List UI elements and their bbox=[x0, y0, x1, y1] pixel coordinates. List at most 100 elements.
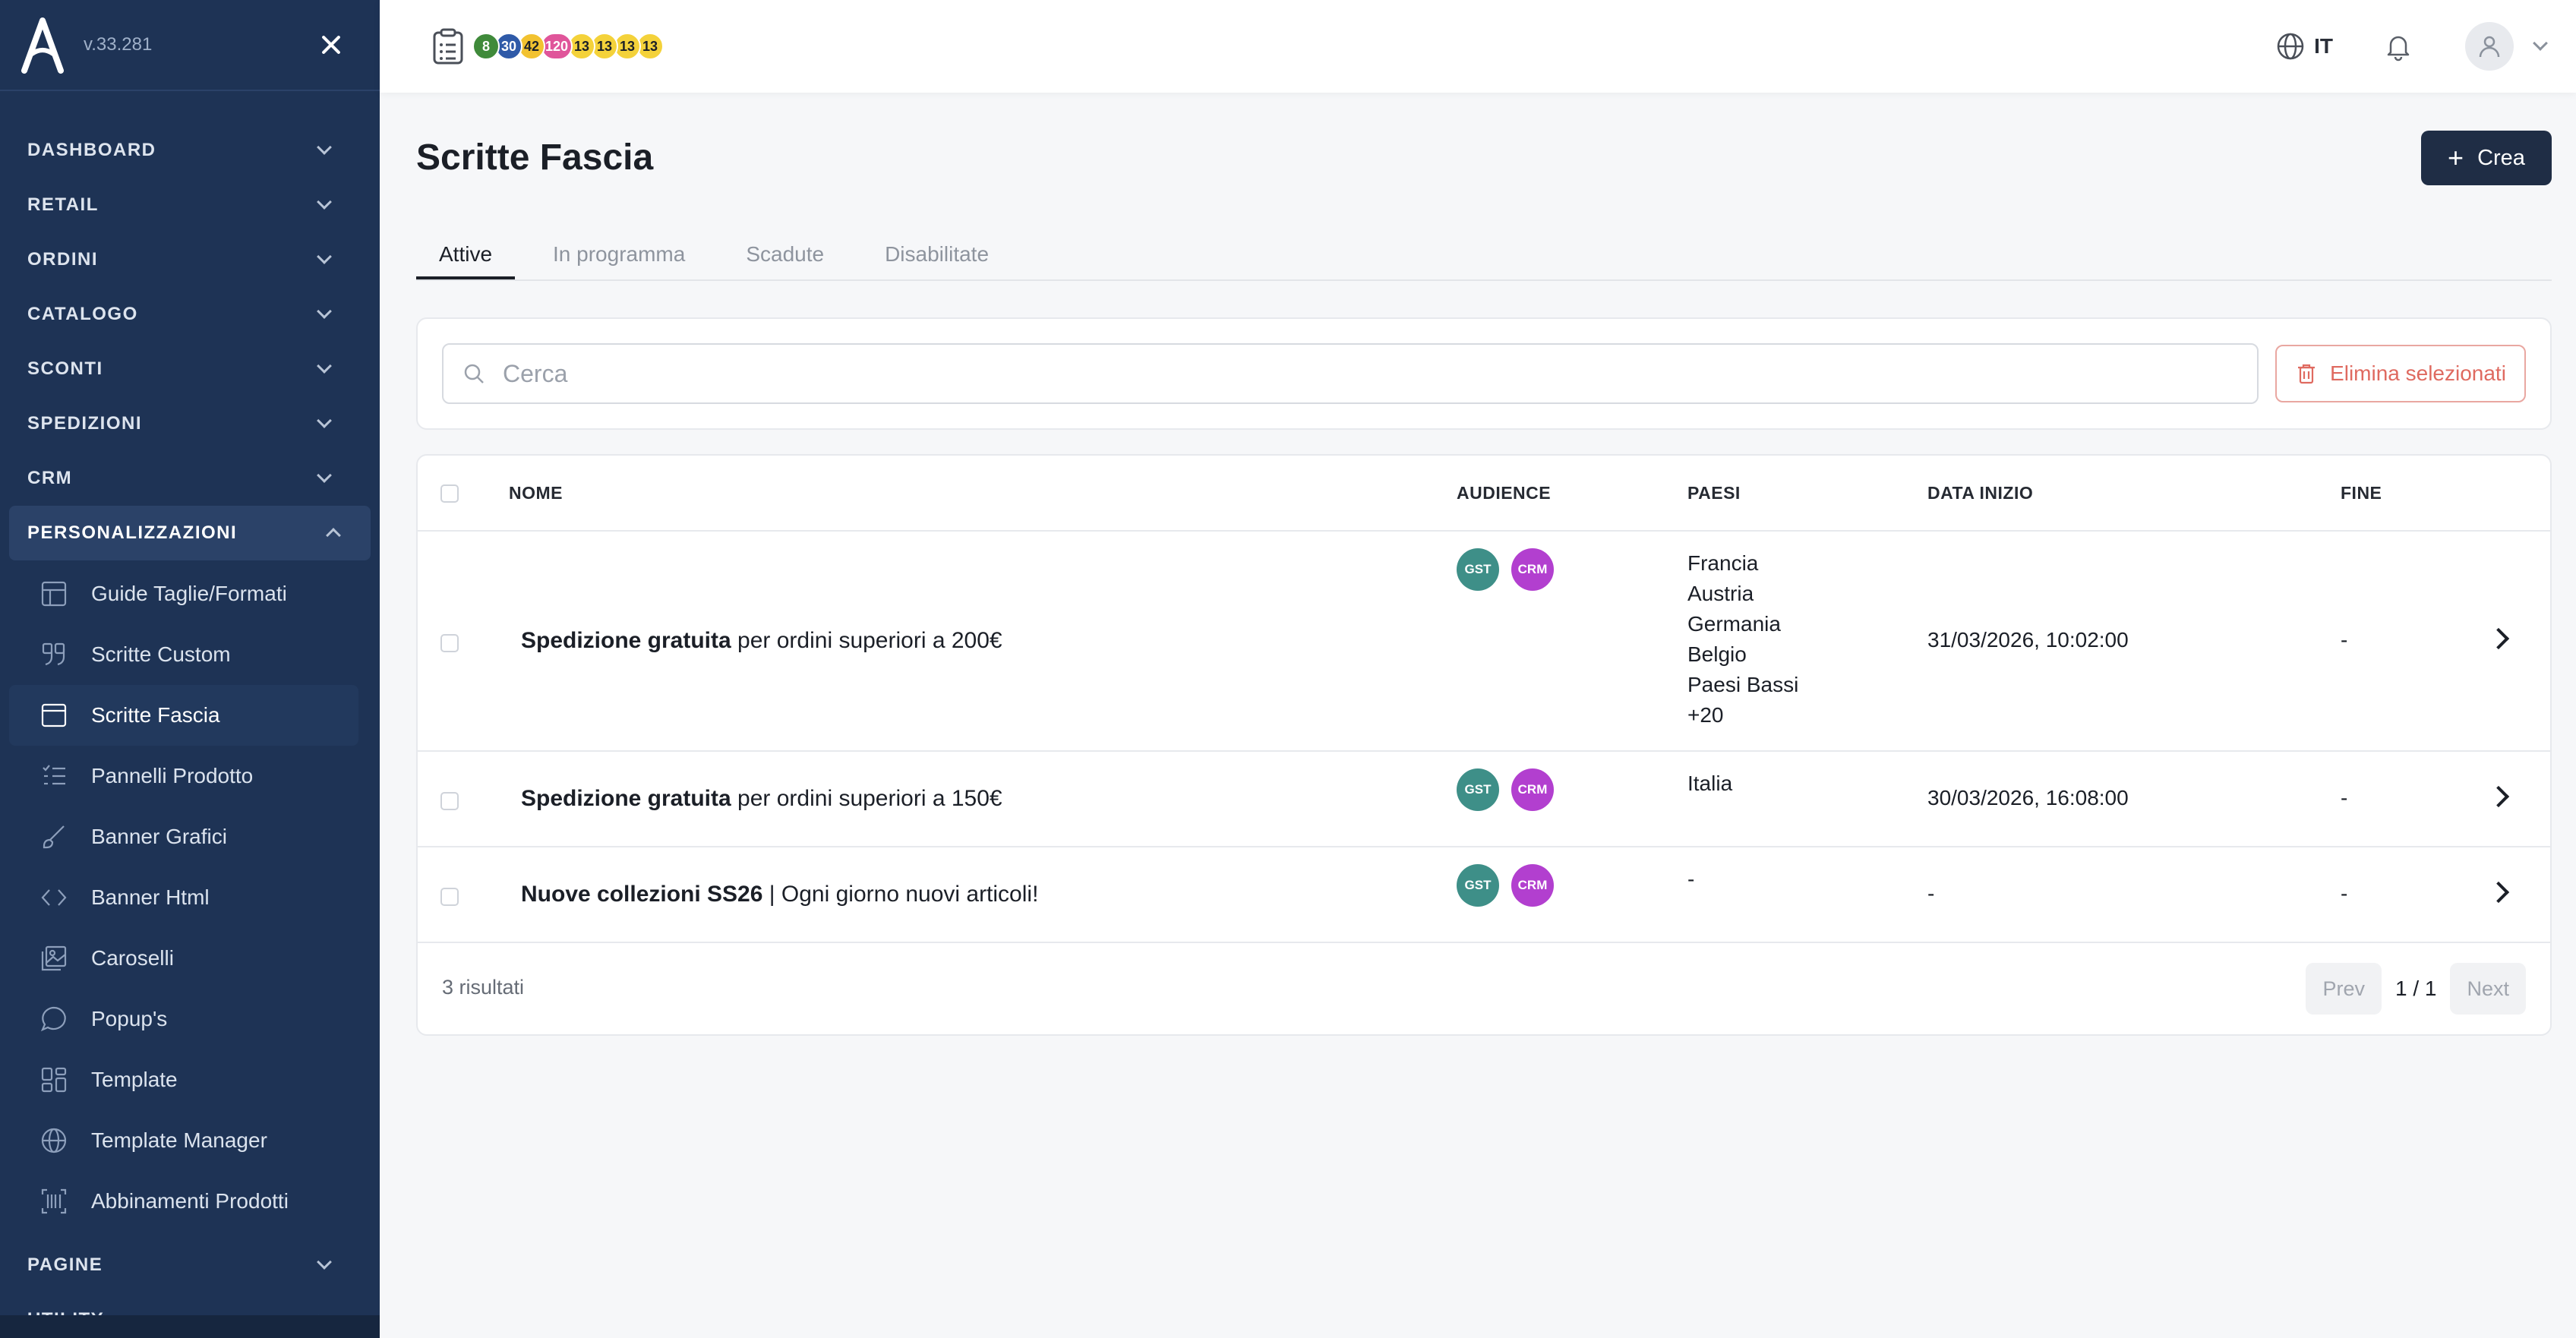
audience-badge: GST bbox=[1457, 548, 1499, 591]
chevron-right-icon[interactable] bbox=[2487, 627, 2510, 650]
country-name: Belgio bbox=[1687, 642, 1747, 666]
table-row[interactable]: Spedizione gratuita per ordini superiori… bbox=[418, 752, 2550, 847]
sidebar-section-sconti[interactable]: SCONTI bbox=[0, 342, 380, 396]
sidebar-item-banner-html[interactable]: Banner Html bbox=[0, 867, 380, 928]
sidebar-section-dashboard[interactable]: DASHBOARD bbox=[0, 123, 380, 178]
header-nome: NOME bbox=[509, 483, 563, 503]
count-badge[interactable]: 8 bbox=[472, 33, 500, 60]
language-label: IT bbox=[2314, 34, 2333, 58]
tab-disabilitate[interactable]: Disabilitate bbox=[862, 229, 1012, 279]
chat-icon bbox=[39, 1005, 68, 1033]
bell-icon[interactable] bbox=[2383, 31, 2413, 62]
sidebar-section-label: PAGINE bbox=[27, 1254, 103, 1275]
sidebar-section-spedizioni[interactable]: SPEDIZIONI bbox=[0, 396, 380, 451]
sidebar-item-label: Caroselli bbox=[91, 946, 174, 970]
country-name: Austria bbox=[1687, 582, 1754, 605]
search-icon bbox=[464, 364, 484, 383]
sidebar-section-catalogo[interactable]: CATALOGO bbox=[0, 287, 380, 342]
plus-icon: + bbox=[2448, 142, 2464, 173]
layout-icon bbox=[39, 1065, 68, 1094]
sidebar-item-template-manager[interactable]: Template Manager bbox=[0, 1110, 380, 1171]
header-data-inizio: DATA INIZIO bbox=[1927, 483, 2034, 503]
sidebar-section-retail[interactable]: RETAIL bbox=[0, 178, 380, 232]
results-count: 3 risultati bbox=[442, 976, 525, 999]
sidebar-section-label: PERSONALIZZAZIONI bbox=[27, 522, 238, 543]
sidebar-item-label: Template Manager bbox=[91, 1128, 267, 1152]
country-name: +20 bbox=[1687, 703, 1724, 727]
row-checkbox[interactable] bbox=[440, 634, 459, 652]
table-row[interactable]: Spedizione gratuita per ordini superiori… bbox=[418, 532, 2550, 752]
chevron-down-icon bbox=[317, 413, 332, 428]
sidebar-item-template[interactable]: Template bbox=[0, 1049, 380, 1110]
count-badge[interactable]: 120 bbox=[541, 33, 573, 60]
sidebar-item-banner-grafici[interactable]: Banner Grafici bbox=[0, 806, 380, 867]
barcode-icon bbox=[39, 1187, 68, 1216]
row-name: Nuove collezioni SS26 | Ogni giorno nuov… bbox=[521, 882, 1038, 907]
row-name-rest: per ordini superiori a 150€ bbox=[731, 786, 1002, 811]
chevron-down-icon bbox=[317, 249, 332, 264]
row-name-rest: per ordini superiori a 200€ bbox=[731, 628, 1002, 653]
globe-icon bbox=[39, 1126, 68, 1155]
sidebar: v.33.281 DASHBOARD RETAIL ORDINI CATALOGO SC… bbox=[0, 0, 380, 1338]
tab-scadute[interactable]: Scadute bbox=[723, 229, 847, 279]
sidebar-section-ordini[interactable]: ORDINI bbox=[0, 232, 380, 287]
language-selector[interactable]: IT bbox=[2276, 32, 2333, 61]
sidebar-item-label: Scritte Custom bbox=[91, 642, 231, 666]
create-button-label: Crea bbox=[2477, 145, 2525, 170]
sidebar-section-personalizzazioni[interactable]: PERSONALIZZAZIONI bbox=[9, 506, 371, 560]
sidebar-item-scritte-fascia[interactable]: Scritte Fascia bbox=[9, 685, 358, 746]
prev-button[interactable]: Prev bbox=[2306, 963, 2382, 1015]
next-button[interactable]: Next bbox=[2450, 963, 2526, 1015]
sidebar-section-crm[interactable]: CRM bbox=[0, 451, 380, 506]
code-icon bbox=[39, 883, 68, 912]
app-logo[interactable] bbox=[20, 16, 65, 74]
table-icon bbox=[39, 579, 68, 608]
quote-icon bbox=[39, 640, 68, 669]
chevron-down-icon[interactable] bbox=[2533, 36, 2548, 51]
close-icon[interactable] bbox=[316, 30, 346, 60]
sidebar-item-pannelli-prodotto[interactable]: Pannelli Prodotto bbox=[0, 746, 380, 806]
audience-badge: CRM bbox=[1511, 548, 1554, 591]
audience-badge: CRM bbox=[1511, 864, 1554, 907]
sidebar-item-popup-s[interactable]: Popup's bbox=[0, 989, 380, 1049]
row-end-date: - bbox=[2341, 882, 2348, 905]
chevron-down-icon bbox=[317, 140, 332, 155]
row-name-bold: Spedizione gratuita bbox=[521, 628, 731, 653]
search-box bbox=[442, 343, 2259, 404]
row-audience: GST CRM bbox=[1457, 768, 1566, 811]
country-name: Italia bbox=[1687, 772, 1733, 795]
create-button[interactable]: + Crea bbox=[2421, 131, 2552, 185]
tab-in-programma[interactable]: In programma bbox=[530, 229, 708, 279]
chevron-right-icon[interactable] bbox=[2487, 881, 2510, 904]
sidebar-item-scritte-custom[interactable]: Scritte Custom bbox=[0, 624, 380, 685]
sidebar-item-label: Guide Taglie/Formati bbox=[91, 582, 287, 605]
country-name: Francia bbox=[1687, 551, 1759, 575]
sidebar-section-label: RETAIL bbox=[27, 194, 99, 215]
brush-icon bbox=[39, 822, 68, 851]
header-audience: AUDIENCE bbox=[1457, 483, 1552, 503]
chevron-right-icon[interactable] bbox=[2487, 785, 2510, 808]
sidebar-item-caroselli[interactable]: Caroselli bbox=[0, 928, 380, 989]
sidebar-section-label: ORDINI bbox=[27, 249, 98, 270]
row-start-date: 30/03/2026, 16:08:00 bbox=[1927, 786, 2129, 809]
clipboard-icon[interactable] bbox=[431, 28, 465, 65]
window-icon bbox=[39, 701, 68, 730]
search-input[interactable] bbox=[503, 359, 2174, 388]
sidebar-item-abbinamenti-prodotti[interactable]: Abbinamenti Prodotti bbox=[0, 1171, 380, 1232]
row-checkbox[interactable] bbox=[440, 792, 459, 810]
table-row[interactable]: Nuove collezioni SS26 | Ogni giorno nuov… bbox=[418, 847, 2550, 943]
chevron-down-icon bbox=[317, 468, 332, 483]
tab-attive[interactable]: Attive bbox=[416, 229, 516, 279]
country-name: Paesi Bassi bbox=[1687, 673, 1799, 696]
avatar[interactable] bbox=[2465, 22, 2514, 71]
select-all-checkbox[interactable] bbox=[440, 484, 459, 503]
chevron-down-icon bbox=[317, 194, 332, 210]
sidebar-section-pagine[interactable]: PAGINE bbox=[0, 1238, 380, 1292]
row-checkbox[interactable] bbox=[440, 888, 459, 906]
sidebar-item-label: Banner Grafici bbox=[91, 825, 227, 848]
sidebar-header: v.33.281 bbox=[0, 0, 380, 91]
delete-selected-button[interactable]: Elimina selezionati bbox=[2275, 345, 2526, 402]
sidebar-item-guide-taglie-formati[interactable]: Guide Taglie/Formati bbox=[0, 563, 380, 624]
page-indicator: 1 / 1 bbox=[2394, 977, 2437, 1000]
globe-icon bbox=[2277, 33, 2304, 60]
